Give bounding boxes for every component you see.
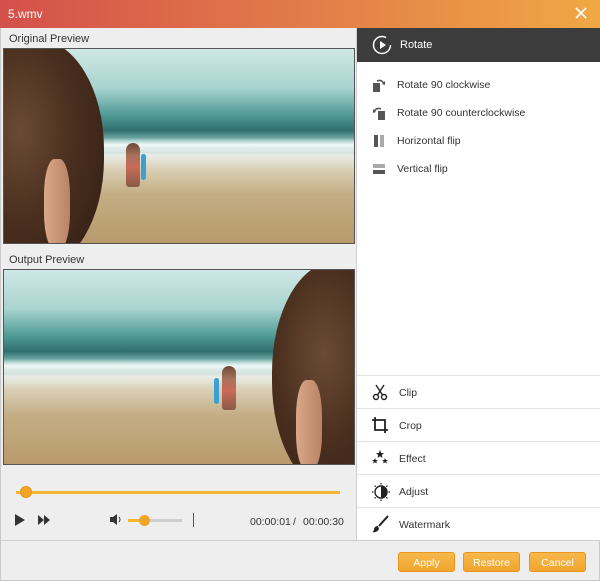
crop-icon [371, 416, 389, 437]
crop-tab[interactable]: Crop [357, 408, 600, 441]
vertical-flip-icon [371, 161, 387, 180]
original-preview-label: Original Preview [9, 33, 90, 45]
title-bar: 5.wmv [0, 0, 600, 28]
adjust-tab[interactable]: Adjust [357, 474, 600, 507]
adjust-tab-label: Adjust [399, 486, 429, 498]
watermark-tab-label: Watermark [399, 519, 450, 531]
stars-icon [371, 449, 389, 470]
rotate-clockwise-label: Rotate 90 clockwise [397, 79, 491, 91]
cancel-button[interactable]: Cancel [529, 552, 586, 572]
rotate-tab-label: Rotate [400, 39, 433, 51]
vertical-flip-label: Vertical flip [397, 163, 448, 175]
volume-handle[interactable] [139, 515, 151, 526]
play-button[interactable] [14, 513, 26, 530]
brush-icon [371, 515, 389, 536]
rotate-counterclockwise-icon [371, 105, 387, 124]
clip-tab[interactable]: Clip [357, 375, 600, 408]
watermark-tab[interactable]: Watermark [357, 507, 600, 540]
rotate-icon [371, 34, 393, 59]
rotate-tab[interactable]: Rotate [357, 28, 600, 62]
edit-sidepanel: Rotate Rotate 90 clockwise Rotate 90 cou… [356, 28, 600, 540]
scissors-icon [371, 383, 389, 404]
editor-frame: Original Preview Output Preview 00:00:01… [0, 28, 600, 581]
effect-tab[interactable]: Effect [357, 441, 600, 474]
close-icon[interactable] [574, 6, 588, 20]
bottom-bar: Apply Restore Cancel [1, 540, 599, 580]
original-preview-video [3, 48, 355, 244]
output-preview-label: Output Preview [9, 254, 85, 266]
horizontal-flip-icon [371, 133, 387, 152]
clip-tab-label: Clip [399, 387, 418, 399]
output-preview-video [3, 269, 355, 465]
time-separator: / [293, 516, 296, 528]
restore-button[interactable]: Restore [463, 552, 520, 572]
effect-tab-label: Effect [399, 453, 426, 465]
progress-handle[interactable] [19, 486, 32, 498]
contrast-icon [371, 482, 391, 505]
fast-forward-button[interactable] [38, 515, 50, 528]
total-time: 00:00:30 [303, 516, 344, 528]
crop-tab-label: Crop [399, 420, 422, 432]
current-time: 00:00:01 [250, 516, 291, 528]
horizontal-flip-label: Horizontal flip [397, 135, 461, 147]
apply-button[interactable]: Apply [398, 552, 455, 572]
controls-divider [193, 513, 194, 527]
volume-icon[interactable] [109, 513, 123, 529]
window-title: 5.wmv [8, 7, 43, 21]
rotate-clockwise-icon [371, 77, 387, 96]
progress-bar[interactable] [16, 491, 340, 494]
rotate-counterclockwise-label: Rotate 90 counterclockwise [397, 107, 526, 119]
